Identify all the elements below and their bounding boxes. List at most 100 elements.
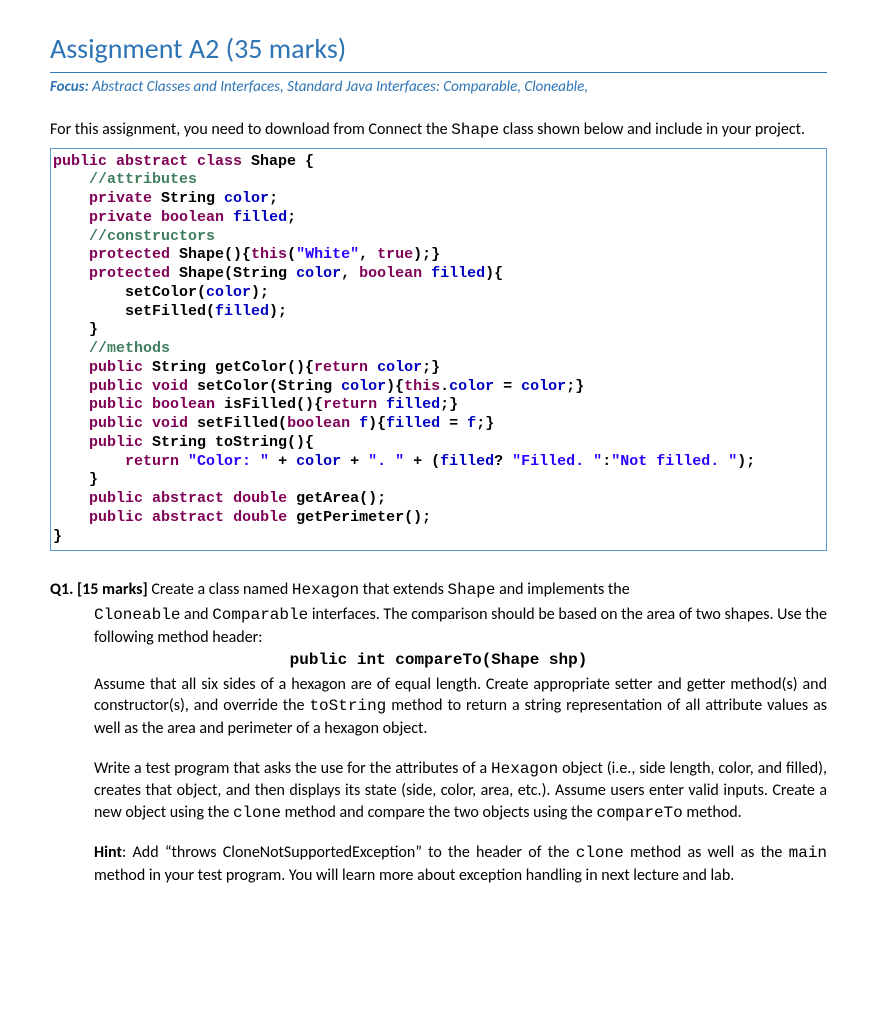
code-token: ){	[386, 378, 404, 395]
code-token: Shape(String	[170, 265, 296, 282]
code-block: public abstract class Shape { //attribut…	[50, 148, 827, 552]
code-token: "Color: "	[188, 453, 269, 470]
code-token: =	[494, 378, 521, 395]
code-token	[143, 378, 152, 395]
code-token: +	[341, 453, 368, 470]
code-token: filled	[233, 209, 287, 226]
code-token: .	[440, 378, 449, 395]
code-token	[224, 209, 233, 226]
code-token: boolean	[359, 265, 422, 282]
code-token	[143, 509, 152, 526]
code-token: }	[53, 528, 62, 545]
code-token: "Filled. "	[512, 453, 602, 470]
q1-heading: Q1. [15 marks] Create a class named Hexa…	[50, 579, 827, 602]
code-token: filled	[386, 396, 440, 413]
page-title: Assignment A2 (35 marks)	[50, 30, 827, 68]
code-token: String getColor(){	[143, 359, 314, 376]
code-token: boolean	[152, 396, 215, 413]
method-header: public int compareTo(Shape shp)	[50, 650, 827, 672]
code-token: setFilled(	[53, 303, 215, 320]
code-token	[422, 265, 431, 282]
code-token: filled	[440, 453, 494, 470]
code-token: ){	[368, 415, 386, 432]
code-token: setFilled(	[188, 415, 287, 432]
code-token: abstract	[152, 509, 224, 526]
code-token: ,	[359, 246, 377, 263]
code-token: );	[251, 284, 269, 301]
code-token: ;	[287, 209, 296, 226]
code-token: public	[53, 434, 143, 451]
code-token: );	[737, 453, 755, 470]
intro-code: Shape	[451, 121, 499, 139]
code-token: color	[206, 284, 251, 301]
code-token: ;}	[440, 396, 458, 413]
focus-line: Focus: Abstract Classes and Interfaces, …	[50, 77, 827, 97]
code-token: );}	[413, 246, 440, 263]
code-token: void	[152, 378, 188, 395]
code-text: Hexagon	[491, 760, 558, 778]
code-token: :	[602, 453, 611, 470]
code-token: double	[233, 490, 287, 507]
code-token: return	[323, 396, 377, 413]
code-token: filled	[386, 415, 440, 432]
code-token: isFilled(){	[215, 396, 323, 413]
focus-label: Focus:	[50, 78, 89, 96]
code-token	[377, 396, 386, 413]
code-token	[224, 490, 233, 507]
code-token: "White"	[296, 246, 359, 263]
code-text: toString	[309, 697, 386, 715]
text: method and compare the two objects using…	[281, 803, 596, 822]
code-token: ;	[269, 190, 278, 207]
code-token: }	[53, 471, 98, 488]
code-token: + (	[404, 453, 440, 470]
text: method as well as the	[624, 843, 789, 862]
code-token: color	[224, 190, 269, 207]
code-token: public	[53, 415, 143, 432]
code-token: filled	[215, 303, 269, 320]
code-token	[179, 453, 188, 470]
code-token: this	[251, 246, 287, 263]
code-token: return	[53, 453, 179, 470]
text: Create a class named	[148, 580, 292, 599]
code-token: f	[359, 415, 368, 432]
code-token: Shape(){	[170, 246, 251, 263]
code-token: getArea();	[287, 490, 386, 507]
code-token: public	[53, 153, 107, 170]
q1-label: Q1. [15 marks]	[50, 580, 148, 599]
code-text: clone	[576, 844, 624, 862]
code-token: color	[296, 265, 341, 282]
q1-hint: Hint: Add “throws CloneNotSupportedExcep…	[50, 842, 827, 886]
code-token: ){	[485, 265, 503, 282]
code-token: color	[341, 378, 386, 395]
code-token: String toString(){	[143, 434, 314, 451]
code-token: Shape {	[242, 153, 314, 170]
code-token: }	[53, 321, 98, 338]
text: : Add “throws CloneNotSupportedException…	[122, 843, 576, 862]
code-token: color	[296, 453, 341, 470]
code-token: color	[449, 378, 494, 395]
code-token: getPerimeter();	[287, 509, 431, 526]
title-divider	[50, 72, 827, 73]
code-token: //constructors	[53, 228, 215, 245]
q1-sub: Cloneable and Comparable interfaces. The…	[50, 604, 827, 648]
intro-pre: For this assignment, you need to downloa…	[50, 120, 451, 139]
code-token	[143, 490, 152, 507]
code-text: Cloneable	[94, 606, 180, 624]
question-block: Q1. [15 marks] Create a class named Hexa…	[50, 579, 827, 886]
code-token: filled	[431, 265, 485, 282]
code-token: ;}	[476, 415, 494, 432]
code-token: color	[377, 359, 422, 376]
code-token: this	[404, 378, 440, 395]
q1-para-2: Assume that all six sides of a hexagon a…	[50, 674, 827, 740]
code-token: public	[53, 490, 143, 507]
code-token	[224, 509, 233, 526]
code-token: ". "	[368, 453, 404, 470]
code-token: public	[53, 509, 143, 526]
code-text: Shape	[447, 581, 495, 599]
focus-text: Abstract Classes and Interfaces, Standar…	[89, 78, 588, 96]
code-token: protected	[53, 246, 170, 263]
code-text: clone	[233, 804, 281, 822]
code-token: setColor(String	[188, 378, 341, 395]
text: method.	[683, 803, 742, 822]
code-token: double	[233, 509, 287, 526]
